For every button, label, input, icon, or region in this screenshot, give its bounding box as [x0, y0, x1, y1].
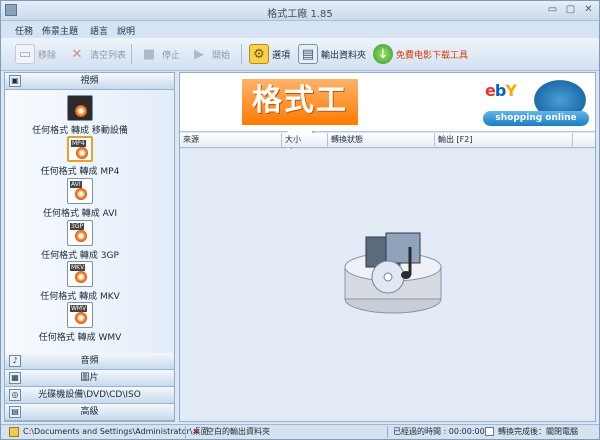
column-extra: [573, 133, 595, 148]
category-audio[interactable]: ♪ 音頻: [5, 353, 174, 370]
close-button[interactable]: ✕: [581, 4, 596, 17]
elapsed-time: 已經過的時間 : 00:00:00: [393, 427, 485, 436]
after-done-label: 轉換完成後：關閉電腦: [498, 427, 578, 436]
toolbar: ▭ 移除 ✕ 清空列表 ■ 停止 ▶ 開始 ⚙ 選項 ▤ 輸出資料夾 ↓ 免費电…: [1, 38, 599, 71]
globe-download-icon: ↓: [373, 44, 393, 64]
format-mobile[interactable]: 任何格式 轉成 移動設備: [5, 95, 155, 136]
column-status[interactable]: 轉換狀態: [328, 133, 435, 148]
remove-icon: ▭: [15, 44, 35, 64]
delete-icon: ✕: [193, 427, 200, 436]
options-button[interactable]: ⚙ 選項: [249, 42, 290, 66]
mobile-device-icon: [67, 95, 93, 121]
output-folder-button[interactable]: ▤ 輸出資料夾: [298, 42, 366, 66]
shutdown-checkbox[interactable]: [485, 427, 494, 436]
category-picture[interactable]: ▦ 圖片: [5, 370, 174, 387]
task-list[interactable]: [180, 149, 595, 421]
status-separator: [387, 426, 388, 438]
start-button[interactable]: ▶ 開始: [189, 42, 230, 66]
format-list: 任何格式 轉成 移動設備 MP4 任何格式 轉成 MP4 AVI 任何格式 轉成…: [5, 90, 174, 353]
stop-button[interactable]: ■ 停止: [139, 42, 180, 66]
task-panel: 格式工厂 ebY shopping online 來源 大小 轉換狀態 輸出 […: [179, 72, 596, 422]
column-output[interactable]: 輸出 [F2]: [435, 133, 573, 148]
toolbar-separator: [241, 44, 242, 64]
column-size[interactable]: 大小: [282, 133, 328, 148]
tools-category-icon: ▤: [9, 406, 21, 418]
folder-icon: ▤: [298, 44, 318, 64]
format-3gp[interactable]: 3GP 任何格式 轉成 3GP: [5, 220, 155, 261]
stop-icon: ■: [142, 46, 156, 62]
disc-category-icon: ◎: [9, 389, 21, 401]
task-table-header: 來源 大小 轉換狀態 輸出 [F2]: [180, 133, 595, 148]
output-path[interactable]: C:\Documents and Settings\Administrator\…: [23, 426, 208, 438]
banner-title: 格式工厂: [242, 79, 358, 162]
format-mp4[interactable]: MP4 任何格式 轉成 MP4: [5, 136, 155, 177]
minimize-button[interactable]: ▭: [545, 4, 560, 17]
category-panel: ▣ 視頻 任何格式 轉成 移動設備 MP4 任何格式 轉成 MP4 AVI 任何…: [4, 72, 175, 422]
picture-category-icon: ▦: [9, 372, 21, 384]
menu-bar: 任務 佈景主題 語言 說明: [1, 21, 599, 38]
category-rom-device[interactable]: ◎ 光碟機設備\DVD\CD\ISO: [5, 387, 174, 404]
remove-button[interactable]: ▭ 移除: [15, 42, 56, 66]
free-download-button[interactable]: ↓ 免費电影下载工具: [373, 42, 468, 66]
column-source[interactable]: 來源: [180, 133, 282, 148]
menu-language[interactable]: 語言: [90, 24, 108, 37]
maximize-button[interactable]: ▢: [563, 4, 578, 17]
gear-icon: ⚙: [249, 44, 269, 64]
status-separator: [185, 426, 186, 438]
shopping-online-link[interactable]: shopping online: [483, 111, 589, 126]
start-icon: ▶: [194, 46, 204, 62]
ebay-logo[interactable]: ebY: [485, 81, 517, 100]
menu-help[interactable]: 說明: [117, 24, 135, 37]
window-title: 格式工廠 1.85: [267, 9, 333, 20]
folder-icon: [9, 427, 19, 437]
category-advanced[interactable]: ▤ 高級: [5, 404, 174, 421]
empty-output-folder[interactable]: 空白的輸出資料夾: [206, 426, 270, 438]
video-category-icon: ▣: [9, 75, 21, 87]
globe-map-icon: [530, 77, 590, 115]
banner: 格式工厂 ebY shopping online: [180, 73, 595, 162]
app-window: 格式工廠 1.85 ▭ ▢ ✕ 任務 佈景主題 語言 說明 ▭ 移除 ✕ 清空列…: [0, 0, 600, 440]
wmv-file-icon: WMV: [67, 302, 93, 328]
category-video[interactable]: ▣ 視頻: [5, 73, 174, 90]
menu-themes[interactable]: 佈景主題: [42, 24, 78, 37]
title-bar: 格式工廠 1.85 ▭ ▢ ✕: [1, 1, 599, 21]
format-wmv[interactable]: WMV 任何格式 轉成 WMV: [5, 302, 155, 343]
avi-file-icon: AVI: [67, 178, 93, 204]
mp4-file-icon: MP4: [67, 136, 93, 162]
format-avi[interactable]: AVI 任何格式 轉成 AVI: [5, 178, 155, 219]
3gp-file-icon: 3GP: [67, 220, 93, 246]
format-factory-logo-icon: [344, 232, 442, 314]
menu-tasks[interactable]: 任務: [15, 24, 33, 37]
format-mkv[interactable]: MKV 任何格式 轉成 MKV: [5, 261, 155, 302]
mkv-file-icon: MKV: [67, 261, 93, 287]
status-bar: C:\Documents and Settings\Administrator\…: [1, 424, 599, 439]
clear-icon: ✕: [71, 46, 83, 62]
audio-category-icon: ♪: [9, 355, 21, 367]
toolbar-separator: [131, 44, 132, 64]
clear-list-button[interactable]: ✕ 清空列表: [67, 42, 126, 66]
